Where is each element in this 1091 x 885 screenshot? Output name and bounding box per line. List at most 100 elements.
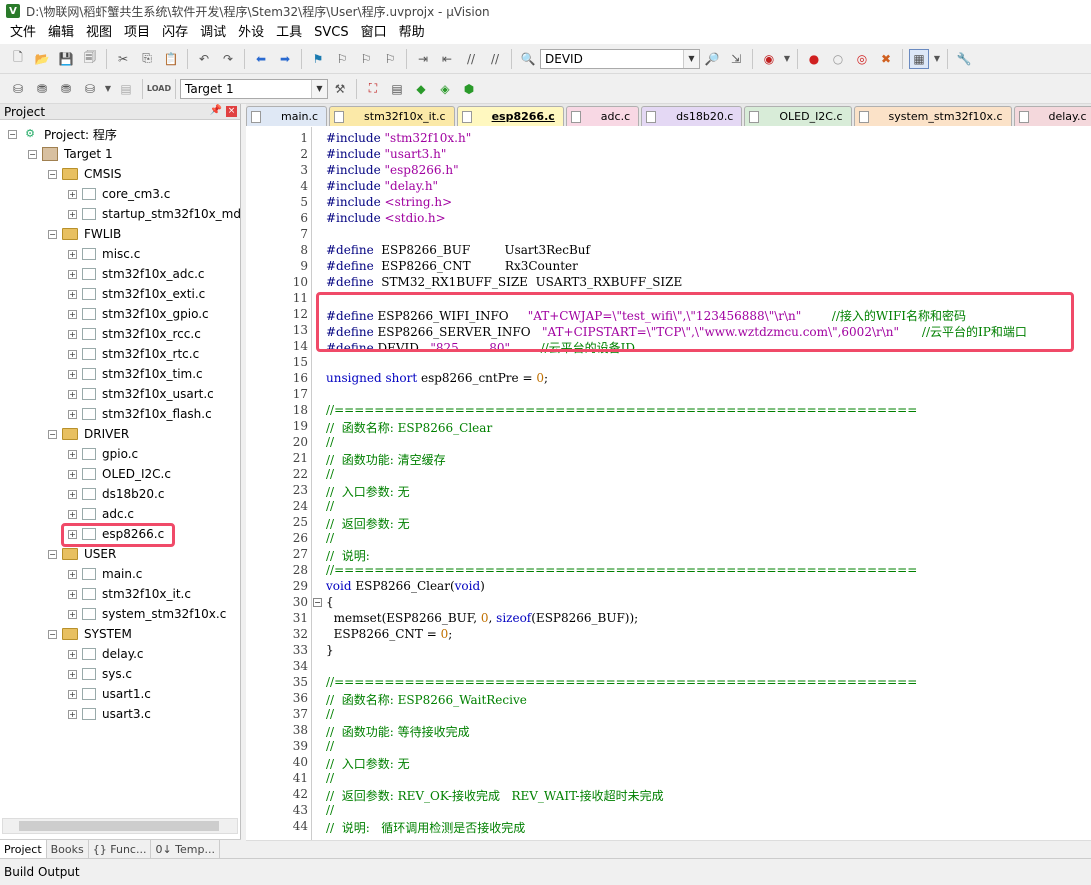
collapse-minus-icon[interactable]: − [48, 229, 57, 239]
tree-item-file[interactable]: + adc.c [68, 504, 134, 524]
expand-plus-icon[interactable]: + [68, 569, 77, 579]
expand-plus-icon[interactable]: + [68, 269, 77, 279]
bookmark-icon[interactable]: ⚑ [308, 49, 328, 69]
tree-item-file[interactable]: + stm32f10x_adc.c [68, 264, 205, 284]
code-line[interactable]: 10 #define STM32_RX1BUFF_SIZE USART3_RXBU… [246, 275, 1091, 291]
close-icon[interactable]: × [226, 106, 237, 117]
tree-item-file[interactable]: + OLED_I2C.c [68, 464, 171, 484]
menu-item[interactable]: 窗口 [355, 22, 393, 44]
tree-item-file[interactable]: + delay.c [68, 644, 144, 664]
tree-item-file[interactable]: + misc.c [68, 244, 140, 264]
pack-installer-icon[interactable]: ◆ [411, 79, 431, 99]
tree-item-file[interactable]: + startup_stm32f10x_md.s [68, 204, 240, 224]
expand-plus-icon[interactable]: + [68, 249, 77, 259]
menu-item[interactable]: 文件 [4, 22, 42, 44]
code-line[interactable]: 30−{ [246, 595, 1091, 611]
code-line[interactable]: 3 #include "esp8266.h" [246, 163, 1091, 179]
expand-plus-icon[interactable]: + [68, 189, 77, 199]
menu-item[interactable]: 外设 [232, 22, 270, 44]
code-line[interactable]: 31 memset(ESP8266_BUF, 0, sizeof(ESP8266… [246, 611, 1091, 627]
indent-icon[interactable]: ⇥ [413, 49, 433, 69]
tree-item-group[interactable]: − FWLIB [48, 224, 121, 244]
code-line[interactable]: 21 // 函数功能: 清空缓存 [246, 451, 1091, 467]
code-line[interactable]: 38 // 函数功能: 等待接收完成 [246, 723, 1091, 739]
expand-plus-icon[interactable]: + [68, 309, 77, 319]
tree-item-file[interactable]: + core_cm3.c [68, 184, 170, 204]
menu-item[interactable]: 帮助 [393, 22, 431, 44]
tree-item-file[interactable]: + system_stm32f10x.c [68, 604, 226, 624]
chevron-down-icon[interactable]: ▼ [933, 49, 941, 69]
code-line[interactable]: 19 // 函数名称: ESP8266_Clear [246, 419, 1091, 435]
code-line[interactable]: 24 // [246, 499, 1091, 515]
code-line[interactable]: 34 [246, 659, 1091, 675]
tree-item-file[interactable]: + main.c [68, 564, 142, 584]
expand-plus-icon[interactable]: + [68, 509, 77, 519]
code-line[interactable]: 25 // 返回参数: 无 [246, 515, 1091, 531]
code-line[interactable]: 26 // [246, 531, 1091, 547]
menu-item[interactable]: 闪存 [156, 22, 194, 44]
save-icon[interactable]: 💾 [56, 49, 76, 69]
tree-item-group[interactable]: − USER [48, 544, 116, 564]
expand-plus-icon[interactable]: + [68, 709, 77, 719]
expand-plus-icon[interactable]: + [68, 449, 77, 459]
tree-item-file[interactable]: + stm32f10x_tim.c [68, 364, 203, 384]
menu-item[interactable]: 工具 [270, 22, 308, 44]
code-line[interactable]: 36 // 函数名称: ESP8266_WaitRecive [246, 691, 1091, 707]
batch-build-icon[interactable]: ⛁ [80, 79, 100, 99]
expand-plus-icon[interactable]: + [68, 289, 77, 299]
expand-plus-icon[interactable]: + [68, 609, 77, 619]
expand-plus-icon[interactable]: + [68, 589, 77, 599]
expand-plus-icon[interactable]: + [68, 409, 77, 419]
horizontal-scrollbar[interactable] [2, 818, 238, 834]
open-folder-icon[interactable]: 📂 [32, 49, 52, 69]
load-download-icon[interactable]: LOAD [147, 79, 171, 99]
save-all-icon[interactable]: 🗐 [80, 49, 100, 69]
code-line[interactable]: 1 #include "stm32f10x.h" [246, 131, 1091, 147]
expand-plus-icon[interactable]: + [68, 489, 77, 499]
code-line[interactable]: 27 // 说明: [246, 547, 1091, 563]
collapse-minus-icon[interactable]: − [48, 429, 57, 439]
code-line[interactable]: 15 [246, 355, 1091, 371]
code-line[interactable]: 42 // 返回参数: REV_OK-接收完成 REV_WAIT-接收超时未完成 [246, 787, 1091, 803]
code-line[interactable]: 32 ESP8266_CNT = 0; [246, 627, 1091, 643]
tree-item-file[interactable]: + stm32f10x_rcc.c [68, 324, 201, 344]
copy-icon[interactable]: ⎘ [137, 49, 157, 69]
scrollbar-thumb[interactable] [19, 821, 219, 831]
redo-icon[interactable]: ↷ [218, 49, 238, 69]
tree-item-file[interactable]: + usart3.c [68, 704, 151, 724]
code-line[interactable]: 17 [246, 387, 1091, 403]
breakpoint-disable-all-icon[interactable]: ◎ [852, 49, 872, 69]
code-line[interactable]: 18 //====================================… [246, 403, 1091, 419]
manage-run-time-icon[interactable]: ▤ [387, 79, 407, 99]
build-icon[interactable]: ⛃ [32, 79, 52, 99]
tree-item-group[interactable]: − DRIVER [48, 424, 129, 444]
panel-tab[interactable]: Books [47, 840, 89, 859]
select-software-packs-icon[interactable]: ◈ [435, 79, 455, 99]
expand-plus-icon[interactable]: + [68, 689, 77, 699]
menu-item[interactable]: SVCS [308, 22, 354, 44]
file-tab[interactable]: adc.c [565, 106, 640, 126]
file-tab[interactable]: esp8266.c [456, 106, 564, 126]
file-tab[interactable]: OLED_I2C.c [744, 106, 852, 126]
breakpoint-kill-all-icon[interactable]: ✖ [876, 49, 896, 69]
collapse-minus-icon[interactable]: − [48, 629, 57, 639]
menu-item[interactable]: 项目 [118, 22, 156, 44]
menu-item[interactable]: 调试 [194, 22, 232, 44]
panel-tab[interactable]: 0↓ Temp... [151, 840, 220, 859]
panel-tab[interactable]: Project [0, 840, 47, 859]
nav-back-icon[interactable]: ⬅ [251, 49, 271, 69]
file-tab[interactable]: stm32f10x_it.c [329, 106, 455, 126]
paste-icon[interactable]: 📋 [161, 49, 181, 69]
stop-build-icon[interactable]: ▤ [116, 79, 136, 99]
file-tab[interactable]: main.c [246, 106, 328, 126]
configure-wrench-icon[interactable]: 🔧 [954, 49, 974, 69]
chevron-down-icon[interactable]: ▼ [783, 49, 791, 69]
code-line[interactable]: 7 [246, 227, 1091, 243]
collapse-minus-icon[interactable]: − [28, 149, 37, 159]
bookmark-clear-icon[interactable]: ⚐ [380, 49, 400, 69]
window-layout-icon[interactable]: ▦ [909, 48, 929, 69]
find-combo[interactable]: DEVID ▼ [540, 48, 700, 69]
undo-icon[interactable]: ↶ [194, 49, 214, 69]
file-tab[interactable]: ds18b20.c [641, 106, 743, 126]
collapse-minus-icon[interactable]: − [8, 129, 17, 139]
